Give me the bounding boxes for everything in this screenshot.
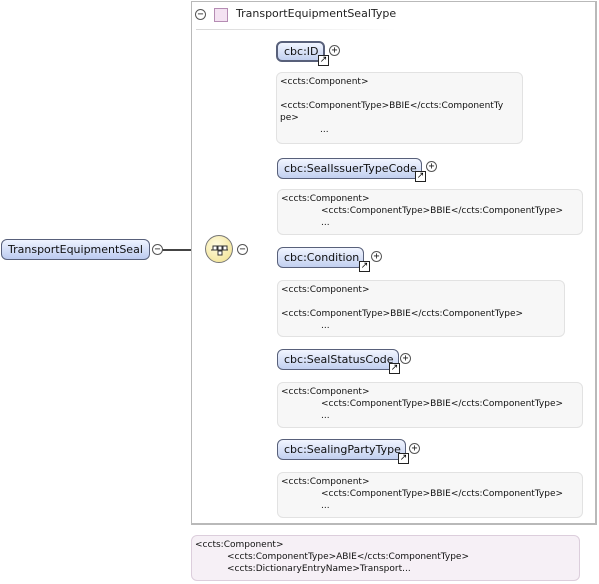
element-cbc-condition-link-icon[interactable]: ↗ [359, 261, 370, 272]
complex-type-icon [214, 8, 228, 22]
element-cbc-sealstatuscode-link-icon[interactable]: ↗ [389, 363, 400, 374]
element-cbc-id-annotation: <ccts:Component>​<ccts:ComponentType>BBI… [276, 72, 523, 144]
element-cbc-condition[interactable]: cbc:Condition [277, 247, 365, 268]
sequence-collapse-toggle[interactable]: − [237, 244, 248, 255]
element-cbc-sealstatuscode[interactable]: cbc:SealStatusCode [277, 349, 399, 370]
element-cbc-id-expand[interactable]: + [329, 45, 340, 56]
element-cbc-sealingpartytype[interactable]: cbc:SealingPartyType [277, 439, 406, 460]
element-cbc-sealstatuscode-annotation: <ccts:Component> <ccts:ComponentType>BBIE… [277, 382, 583, 428]
element-cbc-condition-expand[interactable]: + [371, 251, 382, 262]
element-cbc-sealingpartytype-expand[interactable]: + [409, 443, 420, 454]
root-element[interactable]: TransportEquipmentSeal [1, 239, 150, 260]
element-cbc-sealingpartytype-annotation: <ccts:Component> <ccts:ComponentType>BBIE… [277, 472, 583, 518]
type-header-divider [196, 29, 396, 30]
sequence-compositor[interactable] [205, 235, 233, 263]
element-cbc-sealissuertypecode-link-icon[interactable]: ↗ [415, 171, 426, 182]
type-title: TransportEquipmentSealType [236, 7, 397, 20]
element-cbc-id-link-icon[interactable]: ↗ [318, 55, 329, 66]
element-cbc-sealingpartytype-link-icon[interactable]: ↗ [398, 453, 409, 464]
type-collapse-toggle[interactable]: − [195, 9, 206, 20]
element-cbc-sealstatuscode-expand[interactable]: + [400, 353, 411, 364]
root-collapse-toggle[interactable]: − [152, 244, 163, 255]
element-cbc-condition-annotation: <ccts:Component>​<ccts:ComponentType>BBI… [277, 280, 565, 337]
element-cbc-sealissuertypecode[interactable]: cbc:SealIssuerTypeCode [277, 158, 422, 179]
type-annotation: <ccts:Component> <ccts:ComponentType>ABIE… [191, 535, 580, 581]
sequence-compositor-icon [211, 245, 228, 256]
element-cbc-sealissuertypecode-annotation: <ccts:Component> <ccts:ComponentType>BBIE… [277, 189, 583, 235]
element-cbc-sealissuertypecode-expand[interactable]: + [426, 161, 437, 172]
